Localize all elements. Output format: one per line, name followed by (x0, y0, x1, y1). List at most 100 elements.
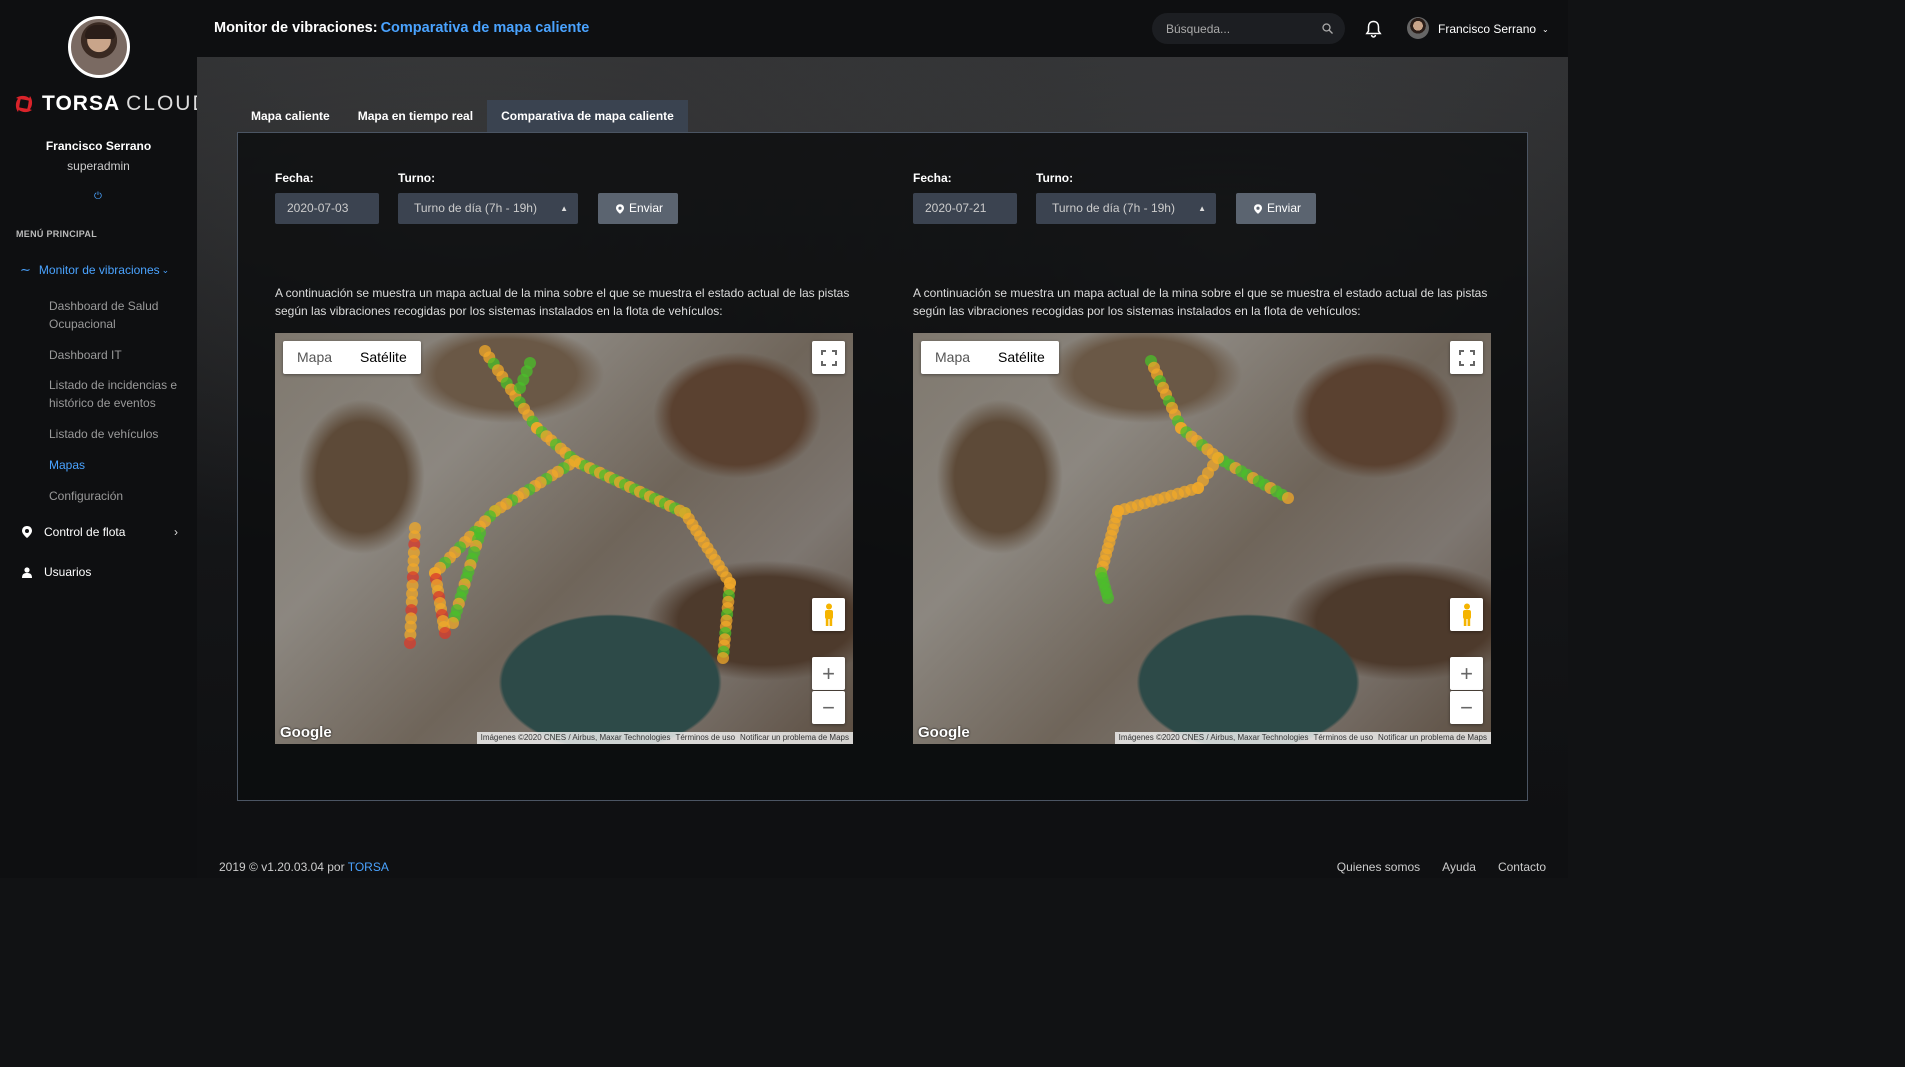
satellite-map[interactable]: Mapa Satélite + − Google Imágenes ©2020 … (913, 333, 1491, 744)
attribution-terms-link[interactable]: Términos de uso (675, 732, 735, 744)
attribution-terms-link[interactable]: Términos de uso (1313, 732, 1373, 744)
footer-copyright-text: 2019 © v1.20.03.04 por (219, 860, 345, 874)
sidebar-item-label: Usuarios (44, 565, 92, 579)
pegman-icon (824, 603, 833, 626)
user-menu-name: Francisco Serrano (1438, 22, 1537, 36)
vibration-point (439, 627, 451, 639)
footer-brand-link[interactable]: TORSA (348, 860, 389, 874)
turno-select-value: Turno de día (7h - 19h) (1052, 201, 1175, 215)
attribution-report-link[interactable]: Notificar un problema de Maps (740, 732, 849, 744)
chevron-down-icon: ⌄ (161, 264, 170, 275)
map-type-map-button[interactable]: Mapa (283, 341, 346, 374)
sidebar-item-label: Monitor de vibraciones (38, 263, 160, 277)
turno-label: Turno: (1036, 171, 1074, 185)
chevron-down-icon: ⌄ (1542, 24, 1549, 34)
submenu-listado-incidencias[interactable]: Listado de incidencias e histórico de ev… (49, 376, 189, 412)
search-input[interactable] (1166, 20, 1316, 37)
page-title-prefix: Monitor de vibraciones: (214, 20, 378, 36)
submenu-dashboard-salud[interactable]: Dashboard de Salud Ocupacional (49, 297, 189, 333)
vibration-point (514, 382, 526, 394)
page-title-accent: Comparativa de mapa caliente (380, 20, 590, 36)
vibration-point (404, 637, 416, 649)
map-type-map-button[interactable]: Mapa (921, 341, 984, 374)
plus-icon: + (1460, 660, 1473, 686)
fullscreen-button[interactable] (1450, 341, 1483, 374)
minus-icon: − (1460, 694, 1473, 720)
sidebar-user-name: Francisco Serrano (45, 139, 152, 153)
user-menu[interactable]: Francisco Serrano ⌄ (1438, 22, 1549, 36)
wave-icon: ∼ (20, 262, 31, 277)
avatar[interactable] (68, 16, 130, 78)
comparison-panel: Fecha: 2020-07-03 Turno: Turno de día (7… (237, 132, 1528, 801)
zoom-out-button[interactable]: − (1450, 691, 1483, 724)
bell-icon[interactable] (1365, 20, 1382, 38)
submenu-mapas[interactable]: Mapas (49, 456, 189, 474)
map-type-satellite-button[interactable]: Satélite (984, 341, 1059, 374)
zoom-in-button[interactable]: + (1450, 657, 1483, 690)
vibration-route-overlay (404, 345, 736, 664)
footer: 2019 © v1.20.03.04 por TORSA Quienes som… (197, 822, 1568, 878)
enviar-button-label: Enviar (1267, 201, 1302, 215)
tab-mapa-tiempo-real[interactable]: Mapa en tiempo real (344, 100, 487, 133)
sidebar-item-label: Control de flota (44, 525, 126, 539)
map-description: A continuación se muestra un mapa actual… (275, 286, 850, 318)
select-arrows-icon: ▲ (560, 204, 568, 213)
map-type-control: Mapa Satélite (283, 341, 421, 374)
enviar-button[interactable]: Enviar (1236, 193, 1316, 224)
search-box (1152, 13, 1345, 44)
vibration-point (447, 617, 459, 629)
sidebar-item-monitor-vibraciones[interactable]: ∼ Monitor de vibraciones ⌄ (20, 262, 169, 278)
sidebar-item-control-flota[interactable]: Control de flota › (22, 525, 182, 539)
map-type-control: Mapa Satélite (921, 341, 1059, 374)
turno-label: Turno: (398, 171, 436, 185)
satellite-map[interactable]: Mapa Satélite + − Google Imágenes ©2020 … (275, 333, 853, 744)
google-logo: Google (918, 724, 970, 741)
turno-select[interactable]: Turno de día (7h - 19h) ▲ (398, 193, 578, 224)
footer-link-ayuda[interactable]: Ayuda (1442, 860, 1476, 874)
user-icon (22, 566, 32, 578)
topbar: Monitor de vibraciones: Comparativa de ma… (197, 0, 1568, 57)
map-pin-icon (616, 203, 624, 214)
fecha-input[interactable]: 2020-07-21 (913, 193, 1017, 224)
power-icon[interactable]: ⏻ (93, 192, 103, 202)
attribution-imagery: Imágenes ©2020 CNES / Airbus, Maxar Tech… (480, 733, 671, 742)
attribution-report-link[interactable]: Notificar un problema de Maps (1378, 732, 1487, 744)
submenu-dashboard-it[interactable]: Dashboard IT (49, 346, 189, 364)
map-pin-icon (22, 526, 32, 538)
minus-icon: − (822, 694, 835, 720)
tab-mapa-caliente[interactable]: Mapa caliente (237, 100, 344, 133)
pegman-icon (1462, 603, 1471, 626)
turno-select[interactable]: Turno de día (7h - 19h) ▲ (1036, 193, 1216, 224)
page-title: Monitor de vibraciones: Comparativa de ma… (214, 20, 589, 36)
chevron-right-icon: › (174, 525, 178, 539)
submenu-configuracion[interactable]: Configuración (49, 487, 189, 505)
search-icon[interactable] (1322, 23, 1333, 34)
fecha-label: Fecha: (913, 171, 952, 185)
street-view-pegman-button[interactable] (812, 598, 845, 631)
enviar-button[interactable]: Enviar (598, 193, 678, 224)
zoom-in-button[interactable]: + (812, 657, 845, 690)
map-attribution: Imágenes ©2020 CNES / Airbus, Maxar Tech… (1114, 732, 1491, 744)
menu-title: MENÚ PRINCIPAL (16, 229, 98, 239)
torsa-logo: TORSA CLOUD (12, 92, 210, 116)
user-avatar[interactable] (1407, 17, 1429, 39)
fullscreen-icon (820, 349, 837, 366)
sidebar-item-usuarios[interactable]: Usuarios (22, 565, 182, 579)
zoom-out-button[interactable]: − (812, 691, 845, 724)
submenu-listado-vehiculos[interactable]: Listado de vehículos (49, 425, 189, 443)
street-view-pegman-button[interactable] (1450, 598, 1483, 631)
map-description: A continuación se muestra un mapa actual… (913, 286, 1488, 318)
turno-select-value: Turno de día (7h - 19h) (414, 201, 537, 215)
footer-copyright: 2019 © v1.20.03.04 por TORSA (219, 860, 389, 874)
footer-link-quienes-somos[interactable]: Quienes somos (1337, 860, 1420, 874)
fecha-input[interactable]: 2020-07-03 (275, 193, 379, 224)
torsa-logo-icon (15, 95, 33, 113)
vibration-point (1102, 592, 1114, 604)
vibration-point (1282, 492, 1294, 504)
vibration-point (717, 652, 729, 664)
tab-comparativa-mapa-caliente[interactable]: Comparativa de mapa caliente (487, 100, 688, 133)
google-logo: Google (280, 724, 332, 741)
map-type-satellite-button[interactable]: Satélite (346, 341, 421, 374)
footer-link-contacto[interactable]: Contacto (1498, 860, 1546, 874)
fullscreen-button[interactable] (812, 341, 845, 374)
